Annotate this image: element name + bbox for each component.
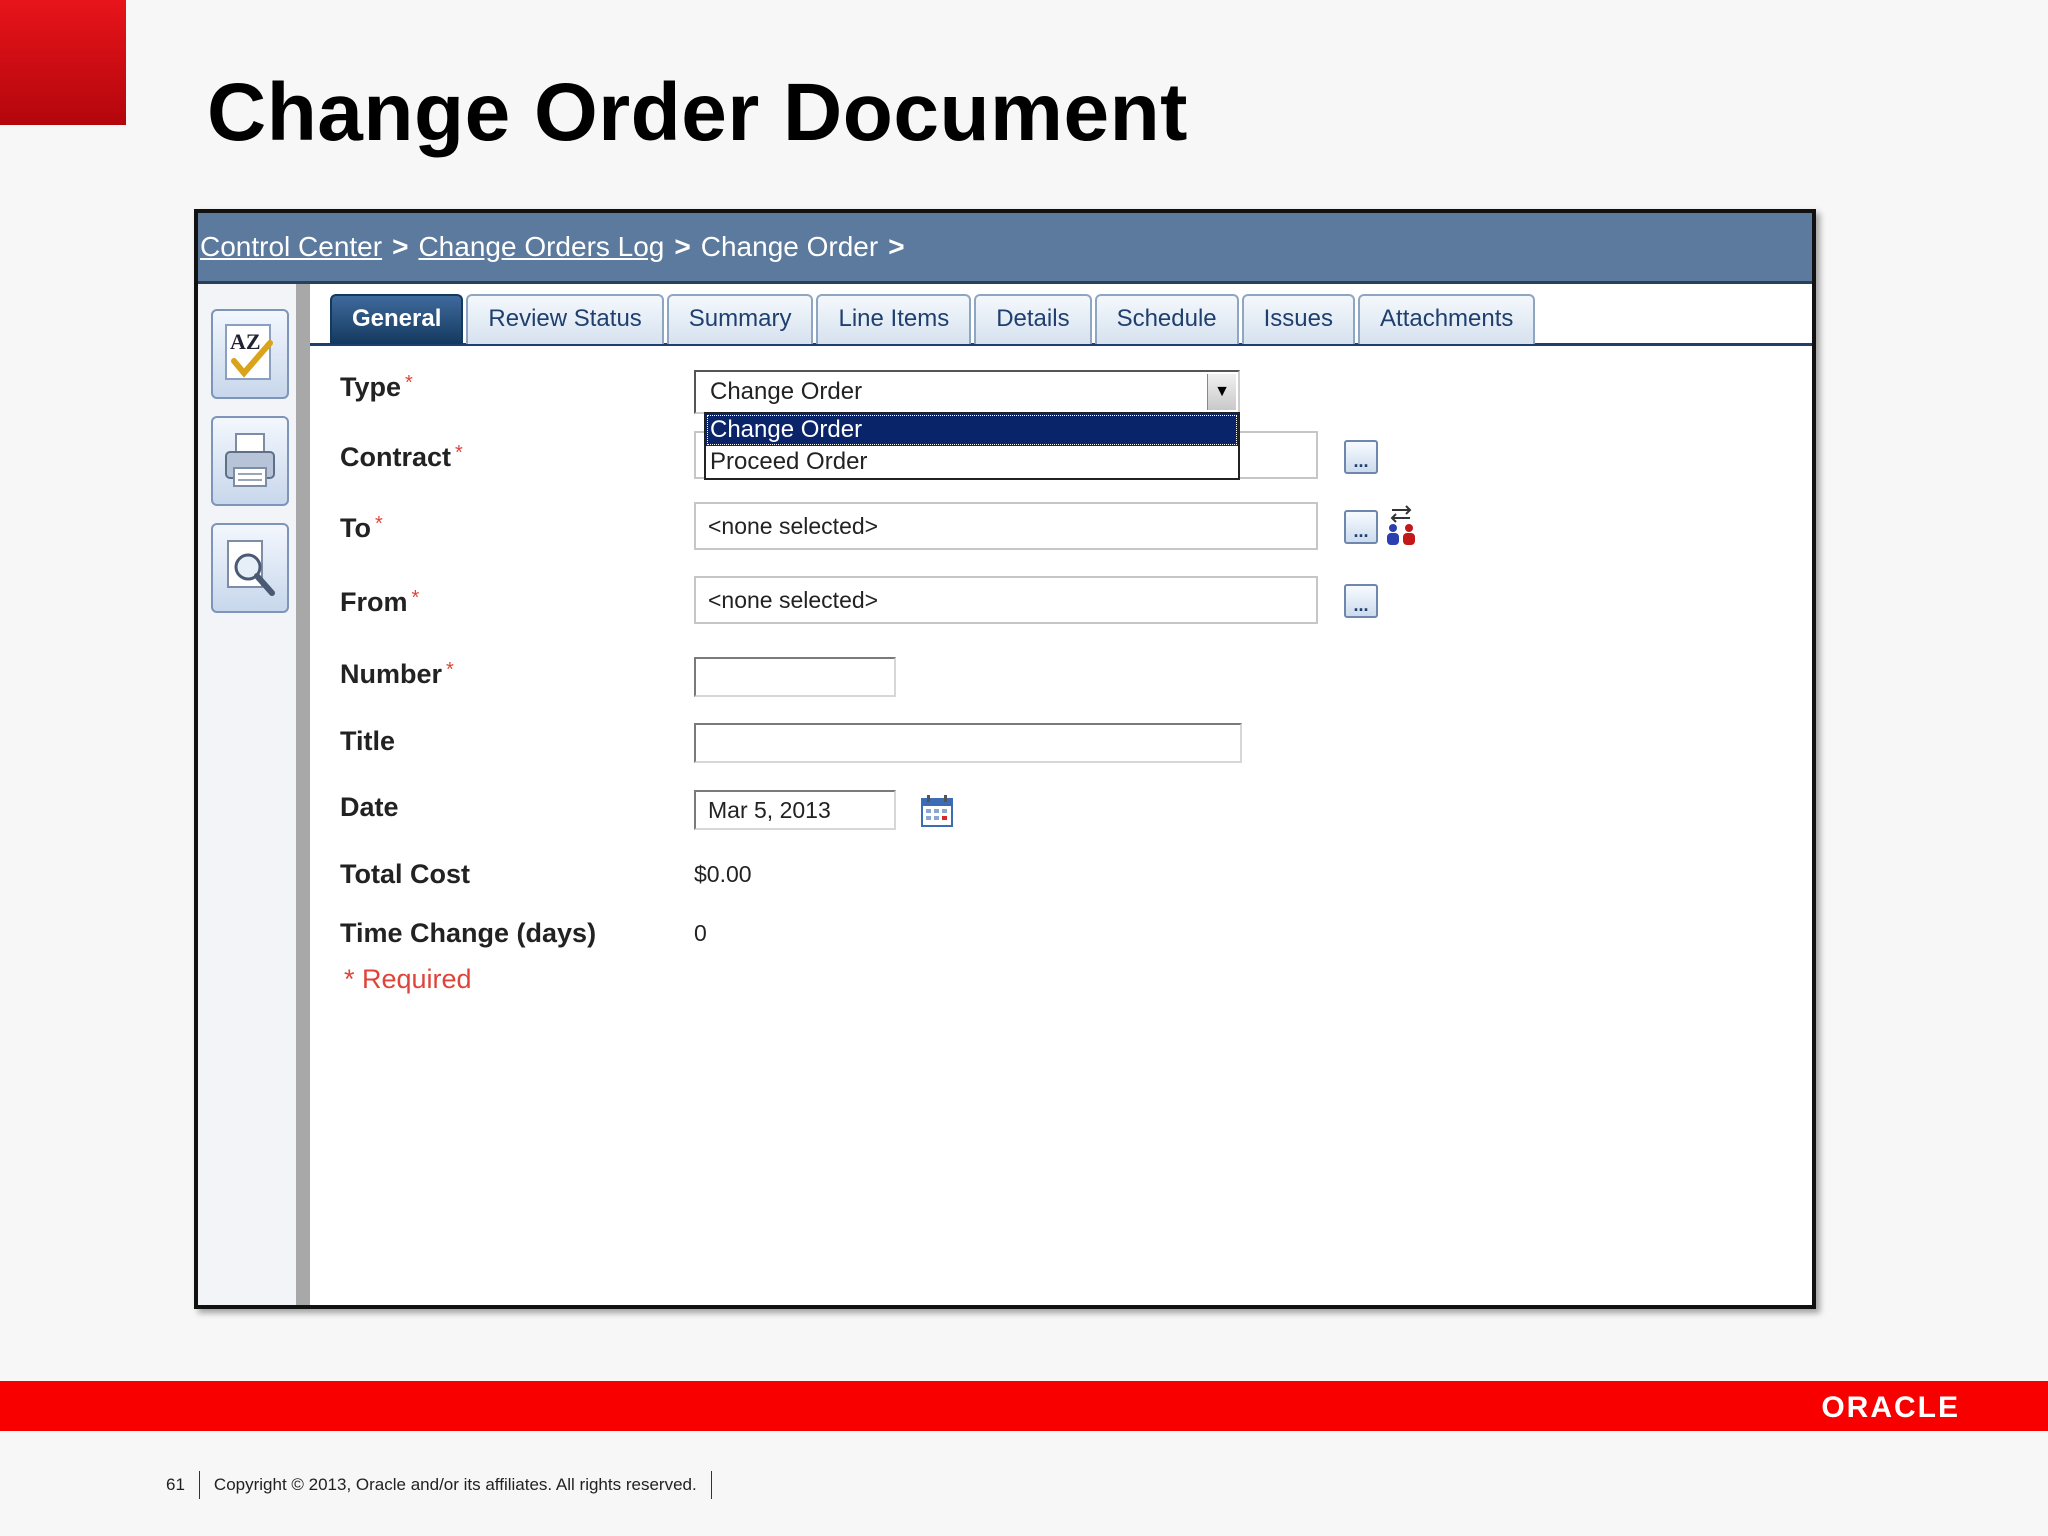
oracle-logo: ORACLE	[1821, 1391, 1960, 1424]
app-window: Control Center > Change Orders Log > Cha…	[194, 209, 1816, 1309]
number-label-text: Number	[340, 659, 443, 689]
number-input[interactable]	[694, 657, 896, 697]
breadcrumb-control-center[interactable]: Control Center	[200, 231, 382, 263]
print-preview-button[interactable]	[211, 523, 289, 613]
footer-divider	[198, 1471, 200, 1499]
required-asterisk: *	[411, 587, 420, 609]
to-label-text: To	[340, 513, 371, 543]
contract-label: Contract *	[340, 442, 463, 473]
type-dropdown-list: Change Order Proceed Order	[704, 412, 1240, 480]
page-number: 61	[166, 1475, 185, 1494]
date-input[interactable]: Mar 5, 2013	[694, 790, 896, 830]
to-field[interactable]: <none selected>	[694, 502, 1318, 550]
required-asterisk: *	[455, 442, 463, 464]
tab-details[interactable]: Details	[974, 294, 1092, 344]
chevron-down-icon[interactable]: ▼	[1207, 374, 1236, 410]
slide-footer: 61 Copyright © 2013, Oracle and/or its a…	[166, 1470, 726, 1500]
calendar-icon[interactable]	[920, 794, 954, 828]
breadcrumb: Control Center > Change Orders Log > Cha…	[198, 213, 1812, 284]
spellcheck-button[interactable]: AZ	[211, 309, 289, 399]
tab-attachments[interactable]: Attachments	[1358, 294, 1536, 344]
to-label: To *	[340, 513, 383, 544]
total-cost-label: Total Cost	[340, 859, 470, 889]
type-option-change-order[interactable]: Change Order	[706, 414, 1238, 446]
time-change-label: Time Change (days)	[340, 918, 597, 948]
tab-general[interactable]: General	[330, 294, 464, 344]
copyright-text: Copyright © 2013, Oracle and/or its affi…	[213, 1475, 697, 1494]
breadcrumb-separator: >	[392, 231, 409, 262]
brand-red-block	[0, 0, 126, 125]
contract-label-text: Contract	[340, 442, 452, 472]
from-label: From *	[340, 587, 419, 618]
required-asterisk: *	[446, 659, 454, 681]
type-label-text: Type	[340, 372, 402, 402]
breadcrumb-separator: >	[888, 231, 905, 262]
swap-contacts-icon[interactable]	[1384, 504, 1418, 548]
total-cost-value: $0.00	[694, 861, 752, 887]
tab-schedule[interactable]: Schedule	[1094, 294, 1239, 344]
slide-title: Change Order Document	[207, 67, 1188, 158]
slide: Change Order Document Control Center > C…	[0, 0, 2048, 1536]
from-field[interactable]: <none selected>	[694, 576, 1318, 624]
contract-lookup-button[interactable]: ...	[1344, 440, 1378, 474]
footer-divider	[710, 1471, 712, 1499]
print-icon	[225, 433, 275, 487]
title-label: Title	[340, 726, 396, 756]
type-option-proceed-order[interactable]: Proceed Order	[706, 446, 1238, 478]
tab-line-items[interactable]: Line Items	[816, 294, 972, 344]
tab-review-status[interactable]: Review Status	[466, 294, 664, 344]
required-note: * Required	[344, 964, 472, 994]
print-button[interactable]	[211, 416, 289, 506]
tab-issues[interactable]: Issues	[1241, 294, 1356, 344]
tab-bar: General Review Status Summary Line Items…	[330, 294, 1812, 344]
from-label-text: From	[340, 587, 408, 617]
breadcrumb-change-order: Change Order	[700, 231, 879, 262]
spellcheck-icon: AZ	[225, 324, 273, 380]
title-input[interactable]	[694, 723, 1242, 763]
breadcrumb-change-orders-log[interactable]: Change Orders Log	[418, 231, 664, 263]
tab-summary[interactable]: Summary	[666, 294, 814, 344]
footer-red-bar: ORACLE	[0, 1381, 2048, 1431]
breadcrumb-separator: >	[674, 231, 691, 262]
general-tab-panel: General Review Status Summary Line Items…	[310, 284, 1812, 1305]
print-preview-icon	[227, 540, 275, 596]
to-lookup-button[interactable]: ...	[1344, 510, 1378, 544]
type-select-value: Change Order	[710, 378, 863, 405]
sidebar-toolbar: AZ	[198, 284, 310, 1305]
type-label: Type *	[340, 372, 413, 403]
spellcheck-az-glyph: AZ	[230, 329, 261, 354]
date-label: Date	[340, 792, 399, 822]
required-asterisk: *	[405, 372, 413, 394]
time-change-value: 0	[694, 920, 707, 946]
number-label: Number *	[340, 659, 454, 690]
from-lookup-button[interactable]: ...	[1344, 584, 1378, 618]
required-asterisk: *	[374, 513, 383, 535]
type-select[interactable]: Change Order ▼	[694, 370, 1240, 414]
